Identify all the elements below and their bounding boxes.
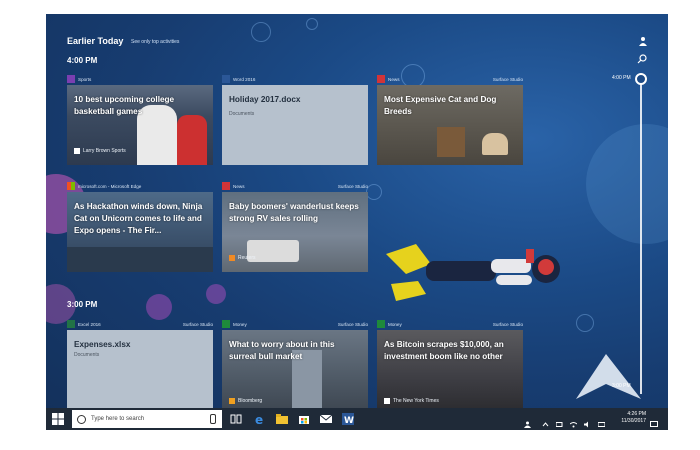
card-app-name: microsoft.com - Microsoft Edge [78, 183, 142, 189]
time-group-label: 4:00 PM [67, 56, 98, 65]
clock-date: 11/30/2017 [621, 418, 646, 424]
card-thumbnail: Holiday 2017.docx Documents [222, 85, 368, 165]
source-icon [229, 398, 235, 404]
card-title: As Bitcoin scrapes $10,000, an investmen… [384, 340, 504, 361]
card-title: What to worry about in this surreal bull… [229, 340, 335, 361]
card-title: Holiday 2017.docx [229, 95, 301, 104]
excel-app-icon [67, 320, 75, 328]
card-thumbnail: Most Expensive Cat and Dog Breeds [377, 85, 523, 165]
mail-icon[interactable] [320, 413, 332, 425]
store-icon[interactable] [298, 413, 310, 425]
card-thumbnail: As Hackathon winds down, Ninja Cat on Un… [67, 192, 213, 272]
card-source: Documents [229, 111, 255, 117]
card-device: Surface Studio [492, 321, 523, 327]
activity-card[interactable]: microsoft.com - Microsoft Edge As Hackat… [67, 180, 213, 272]
see-only-top-activities-link[interactable]: See only top activities [131, 39, 179, 45]
card-thumbnail: What to worry about in this surreal bull… [222, 330, 368, 410]
timeline-top-label: 4:00 PM [612, 75, 631, 81]
search-placeholder: Type here to search [91, 416, 145, 422]
activity-card[interactable]: Money Surface Studio As Bitcoin scrapes $… [377, 318, 523, 410]
activity-card[interactable]: News Surface Studio Most Expensive Cat an… [377, 73, 523, 165]
card-thumbnail: Expenses.xlsx Documents [67, 330, 213, 410]
task-view-icon[interactable] [230, 413, 242, 425]
card-source: The New York Times [393, 398, 439, 404]
source-icon [74, 148, 80, 154]
people-tray-icon[interactable] [524, 415, 531, 428]
earlier-today-heading: Earlier Today [67, 36, 124, 46]
money-app-icon [222, 320, 230, 328]
card-thumbnail: Baby boomers' wanderlust keeps strong RV… [222, 192, 368, 272]
news-app-icon [377, 75, 385, 83]
timeline-bottom-label: 3:00 PM [612, 383, 631, 389]
word-icon[interactable]: W [342, 413, 354, 425]
card-app-name: News [233, 183, 245, 189]
timeline-screen: Earlier Today See only top activities 4:… [46, 14, 668, 430]
people-icon[interactable] [637, 36, 647, 46]
diver-illustration [386, 244, 560, 301]
timeline-scrubber-handle[interactable] [635, 73, 647, 85]
card-title: Most Expensive Cat and Dog Breeds [384, 95, 497, 116]
card-source: Reuters [238, 255, 256, 261]
action-center-icon[interactable] [650, 415, 658, 427]
card-source: Larry Brown Sports [83, 148, 126, 154]
taskbar-clock[interactable]: 4:26 PM 11/30/2017 [621, 411, 646, 425]
clock-time: 4:26 PM [627, 411, 646, 417]
taskbar-search-input[interactable]: Type here to search [72, 410, 222, 428]
chevron-up-icon[interactable] [542, 415, 549, 427]
edge-icon[interactable]: e [254, 413, 266, 425]
activity-card[interactable]: Excel 2016 Surface Studio Expenses.xlsx D… [67, 318, 213, 410]
activity-card[interactable]: Word 2016 Holiday 2017.docx Documents [222, 73, 368, 165]
card-source: Documents [74, 352, 100, 358]
card-title: 10 best upcoming college basketball game… [74, 95, 175, 116]
source-icon [384, 398, 390, 404]
manta-ray-illustration [576, 354, 641, 399]
wifi-icon[interactable] [569, 415, 578, 428]
card-device: Surface Studio [182, 321, 213, 327]
keyboard-icon[interactable] [597, 415, 606, 427]
svg-text:e: e [255, 413, 263, 425]
money-app-icon [377, 320, 385, 328]
card-app-name: Word 2016 [233, 76, 256, 82]
cortana-icon [77, 414, 86, 424]
card-device: Surface Studio [337, 321, 368, 327]
card-app-name: News [388, 76, 400, 82]
windows-start-icon[interactable] [52, 413, 64, 425]
time-group-label: 3:00 PM [67, 300, 98, 309]
card-device: Surface Studio [337, 183, 368, 189]
timeline-scrubber[interactable] [640, 74, 642, 394]
card-title: Baby boomers' wanderlust keeps strong RV… [229, 202, 359, 223]
card-thumbnail: As Bitcoin scrapes $10,000, an investmen… [377, 330, 523, 410]
edge-app-icon [67, 182, 75, 190]
news-app-icon [222, 182, 230, 190]
card-source: Bloomberg [238, 398, 263, 404]
file-explorer-icon[interactable] [276, 413, 288, 425]
card-device: Surface Studio [492, 76, 523, 82]
card-app-name: Excel 2016 [78, 321, 101, 327]
search-icon[interactable] [637, 54, 647, 64]
card-title: Expenses.xlsx [74, 340, 131, 349]
card-app-name: Money [233, 321, 247, 327]
microphone-icon[interactable] [210, 414, 216, 424]
sports-app-icon [67, 75, 75, 83]
source-icon [229, 255, 235, 261]
card-thumbnail: 10 best upcoming college basketball game… [67, 85, 213, 165]
taskbar: Type here to search e W 4:26 PM 11/30/20 [46, 408, 668, 430]
battery-icon[interactable] [555, 415, 563, 427]
card-title: As Hackathon winds down, Ninja Cat on Un… [74, 202, 203, 235]
word-app-icon [222, 75, 230, 83]
activity-card[interactable]: Sports 10 best upcoming college basketba… [67, 73, 213, 165]
volume-icon[interactable] [584, 415, 591, 428]
activity-card[interactable]: News Surface Studio Baby boomers' wanderl… [222, 180, 368, 272]
svg-text:W: W [344, 416, 354, 425]
card-app-name: Money [388, 321, 402, 327]
card-app-name: Sports [78, 76, 92, 82]
activity-card[interactable]: Money Surface Studio What to worry about … [222, 318, 368, 410]
